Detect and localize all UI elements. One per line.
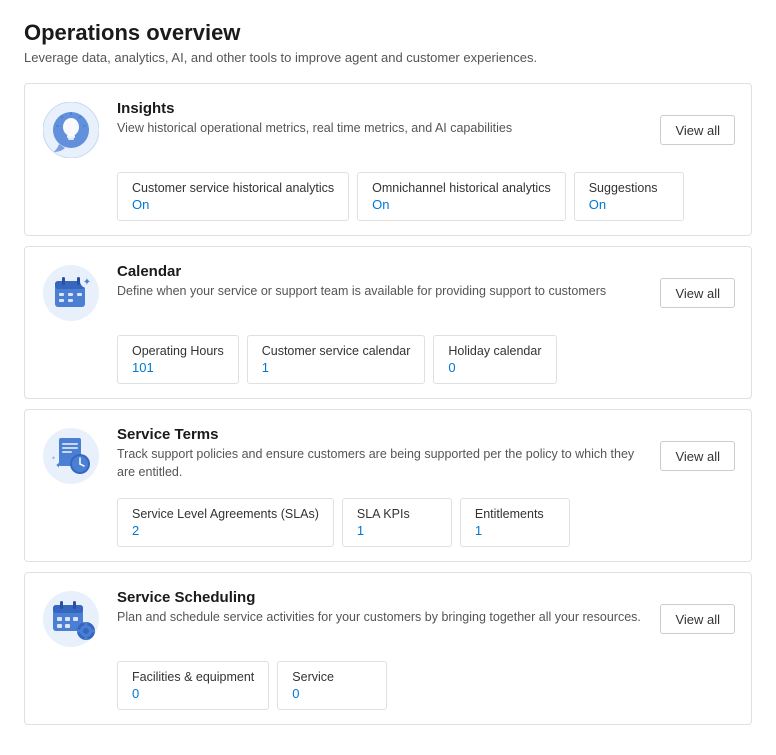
section-calendar: ✦ Calendar Define when your service or su… <box>24 246 752 399</box>
item-tile-insights-2[interactable]: Suggestions On <box>574 172 684 221</box>
item-label-calendar-1: Customer service calendar <box>262 344 411 358</box>
item-value-service-terms-2: 1 <box>475 523 555 538</box>
page-container: Operations overview Leverage data, analy… <box>0 0 776 755</box>
item-label-service-terms-1: SLA KPIs <box>357 507 437 521</box>
item-label-service-terms-0: Service Level Agreements (SLAs) <box>132 507 319 521</box>
section-items-service-terms: Service Level Agreements (SLAs) 2 SLA KPIs… <box>25 498 751 561</box>
svg-text:✦: ✦ <box>55 461 62 470</box>
section-header-insights: Insights View historical operational metr… <box>25 84 751 172</box>
item-label-calendar-0: Operating Hours <box>132 344 224 358</box>
item-value-service-terms-0: 2 <box>132 523 319 538</box>
section-desc-calendar: Define when your service or support team… <box>117 283 644 301</box>
item-value-calendar-0: 101 <box>132 360 224 375</box>
item-label-service-scheduling-1: Service <box>292 670 372 684</box>
item-value-service-scheduling-0: 0 <box>132 686 254 701</box>
page-subtitle: Leverage data, analytics, AI, and other … <box>24 50 752 65</box>
item-tile-service-scheduling-0[interactable]: Facilities & equipment 0 <box>117 661 269 710</box>
item-tile-insights-0[interactable]: Customer service historical analytics On <box>117 172 349 221</box>
item-value-insights-1: On <box>372 197 551 212</box>
section-desc-service-terms: Track support policies and ensure custom… <box>117 446 644 481</box>
section-items-calendar: Operating Hours 101 Customer service calen… <box>25 335 751 398</box>
section-service-terms: ✦ ✦ Service Terms Track support policies … <box>24 409 752 562</box>
item-label-calendar-2: Holiday calendar <box>448 344 541 358</box>
item-value-calendar-1: 1 <box>262 360 411 375</box>
section-name-service-scheduling: Service Scheduling <box>117 589 644 606</box>
item-tile-insights-1[interactable]: Omnichannel historical analytics On <box>357 172 566 221</box>
section-insights: Insights View historical operational metr… <box>24 83 752 236</box>
section-items-service-scheduling: Facilities & equipment 0 Service 0 <box>25 661 751 724</box>
section-info-insights: Insights View historical operational metr… <box>117 100 644 138</box>
section-info-service-terms: Service Terms Track support policies and … <box>117 426 644 481</box>
item-label-service-terms-2: Entitlements <box>475 507 555 521</box>
section-name-service-terms: Service Terms <box>117 426 644 443</box>
section-header-calendar: ✦ Calendar Define when your service or su… <box>25 247 751 335</box>
item-value-insights-2: On <box>589 197 669 212</box>
section-desc-service-scheduling: Plan and schedule service activities for… <box>117 609 644 627</box>
section-info-service-scheduling: Service Scheduling Plan and schedule serv… <box>117 589 644 627</box>
item-tile-service-terms-1[interactable]: SLA KPIs 1 <box>342 498 452 547</box>
item-label-insights-1: Omnichannel historical analytics <box>372 181 551 195</box>
service-scheduling-icon <box>41 589 101 649</box>
item-value-insights-0: On <box>132 197 334 212</box>
section-service-scheduling: Service Scheduling Plan and schedule serv… <box>24 572 752 725</box>
svg-text:✦: ✦ <box>83 277 91 288</box>
view-all-button-calendar[interactable]: View all <box>660 278 735 308</box>
item-tile-calendar-2[interactable]: Holiday calendar 0 <box>433 335 556 384</box>
view-all-button-service-scheduling[interactable]: View all <box>660 604 735 634</box>
item-label-insights-2: Suggestions <box>589 181 669 195</box>
service-terms-icon: ✦ ✦ <box>41 426 101 486</box>
section-header-service-terms: ✦ ✦ Service Terms Track support policies … <box>25 410 751 498</box>
item-tile-calendar-0[interactable]: Operating Hours 101 <box>117 335 239 384</box>
insights-icon <box>41 100 101 160</box>
item-label-service-scheduling-0: Facilities & equipment <box>132 670 254 684</box>
item-label-insights-0: Customer service historical analytics <box>132 181 334 195</box>
view-all-button-service-terms[interactable]: View all <box>660 441 735 471</box>
page-title: Operations overview <box>24 20 752 46</box>
section-items-insights: Customer service historical analyticsOnO… <box>25 172 751 235</box>
item-value-service-terms-1: 1 <box>357 523 437 538</box>
section-name-insights: Insights <box>117 100 644 117</box>
item-tile-service-scheduling-1[interactable]: Service 0 <box>277 661 387 710</box>
item-tile-service-terms-0[interactable]: Service Level Agreements (SLAs) 2 <box>117 498 334 547</box>
item-value-service-scheduling-1: 0 <box>292 686 372 701</box>
section-name-calendar: Calendar <box>117 263 644 280</box>
section-header-service-scheduling: Service Scheduling Plan and schedule serv… <box>25 573 751 661</box>
item-value-calendar-2: 0 <box>448 360 541 375</box>
section-info-calendar: Calendar Define when your service or supp… <box>117 263 644 301</box>
section-desc-insights: View historical operational metrics, rea… <box>117 120 644 138</box>
view-all-button-insights[interactable]: View all <box>660 115 735 145</box>
svg-text:✦: ✦ <box>51 455 56 462</box>
item-tile-calendar-1[interactable]: Customer service calendar 1 <box>247 335 426 384</box>
item-tile-service-terms-2[interactable]: Entitlements 1 <box>460 498 570 547</box>
sections-container: Insights View historical operational metr… <box>24 83 752 725</box>
calendar-icon: ✦ <box>41 263 101 323</box>
